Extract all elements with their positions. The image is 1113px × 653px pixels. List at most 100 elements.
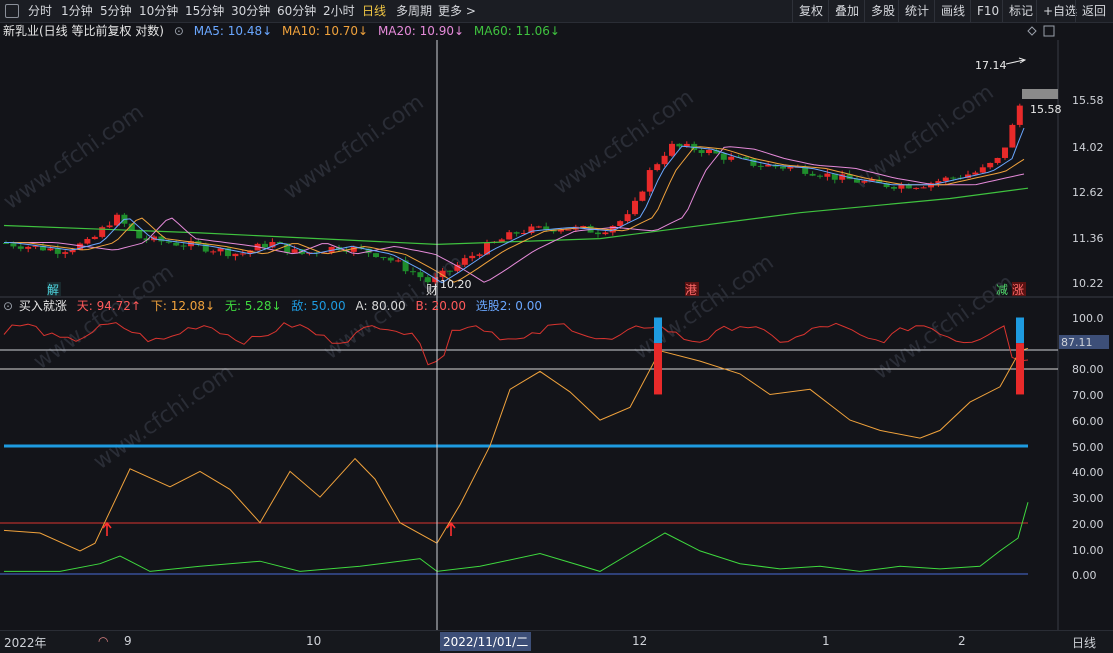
candle-body xyxy=(891,187,897,189)
x-cursor-date: 2022/11/01/二 xyxy=(440,632,532,651)
candle-body xyxy=(291,249,298,253)
sub-y-0: 0.00 xyxy=(1072,569,1097,582)
candle-body xyxy=(173,242,180,246)
a-value: A: 80.00 xyxy=(355,299,406,313)
di-value: 敌: 50.00 xyxy=(291,299,346,313)
candle-body xyxy=(913,187,920,189)
candle-body xyxy=(565,229,572,231)
candle-body xyxy=(498,239,505,242)
candle-body xyxy=(54,248,61,254)
sub-y-20: 20.00 xyxy=(1072,518,1104,531)
candle-body xyxy=(180,245,187,247)
watermark-text: www.cfchi.com xyxy=(89,360,238,475)
candle-body xyxy=(624,214,631,222)
candle-body xyxy=(417,272,424,278)
candle-body xyxy=(720,153,727,160)
candle-body xyxy=(750,158,757,166)
candle-body xyxy=(728,156,735,160)
tag-jie[interactable]: 解 xyxy=(47,283,59,297)
candle-body xyxy=(994,157,1001,163)
chart-area[interactable]: www.cfchi.com www.cfchi.com www.cfchi.com w… xyxy=(0,0,1113,630)
candle-body xyxy=(972,172,979,175)
candle-body xyxy=(950,177,957,179)
watermark-text: www.cfchi.com xyxy=(279,90,428,205)
candle-body xyxy=(757,165,764,167)
wu-line xyxy=(4,502,1029,572)
sub-y-70: 70.00 xyxy=(1072,389,1104,402)
buy-arrow-icon-1 xyxy=(102,521,112,536)
candle-body xyxy=(395,260,402,262)
signal-red-bar xyxy=(1016,343,1024,395)
candle-body xyxy=(669,143,675,156)
signal-blue-bar xyxy=(654,317,662,344)
tian-line xyxy=(3,322,1029,366)
low-price-label: 10.20 xyxy=(440,278,472,291)
candle-body xyxy=(639,191,646,201)
candle-body xyxy=(920,187,927,189)
candle-body xyxy=(10,243,17,247)
candle-body xyxy=(461,258,468,265)
indicator-name[interactable]: 买入就涨 xyxy=(19,299,67,313)
candle-body xyxy=(743,157,749,159)
watermark-text: www.cfchi.com xyxy=(0,100,149,215)
x-period[interactable]: 日线 xyxy=(1072,634,1096,651)
candle-body xyxy=(987,162,994,168)
sub-y-100: 100.0 xyxy=(1072,312,1104,325)
wu-value: 无: 5.28↓ xyxy=(224,299,282,313)
candle-body xyxy=(232,253,239,257)
y-label-2: 14.02 xyxy=(1072,141,1104,154)
candle-body xyxy=(580,226,587,228)
sub-y-30: 30.00 xyxy=(1072,492,1104,505)
high-arrow-icon xyxy=(1005,57,1027,65)
candle-body xyxy=(809,173,816,176)
candle-body xyxy=(654,164,661,171)
stock-title[interactable]: 新乳业(日线 等比前复权 对数) xyxy=(3,24,164,38)
candle-body xyxy=(62,252,69,254)
sub-y-80: 80.00 xyxy=(1072,363,1104,376)
candle-body xyxy=(1009,124,1016,148)
tag-gang[interactable]: 港 xyxy=(685,283,697,297)
candle-body xyxy=(632,200,638,215)
tag-jian[interactable]: 减 xyxy=(996,283,1008,297)
candle-body xyxy=(617,221,624,227)
candle-body xyxy=(84,238,91,244)
candle-body xyxy=(979,167,986,173)
tag-zhang[interactable]: 涨 xyxy=(1012,282,1024,297)
candle-body xyxy=(942,177,949,182)
candle-body xyxy=(861,181,868,183)
candle-body xyxy=(47,248,54,251)
candle-body xyxy=(106,225,113,228)
candle-body xyxy=(661,155,668,165)
candle-body xyxy=(424,277,431,283)
candle-body xyxy=(410,271,416,273)
candle-body xyxy=(646,170,653,192)
y-label-5: 10.22 xyxy=(1072,277,1104,290)
watermark-text: www.cfchi.com xyxy=(549,85,698,200)
x-month-10: 10 xyxy=(306,634,322,648)
sub-y-40: 40.00 xyxy=(1072,466,1104,479)
candle-body xyxy=(698,150,705,154)
x-month-12: 12 xyxy=(632,634,648,648)
xia-value: 下: 12.08↓ xyxy=(150,299,216,313)
sub-y-50: 50.00 xyxy=(1072,441,1104,454)
ma5-value: MA5: 10.48↓ xyxy=(193,24,273,38)
cursor-value: 87.11 xyxy=(1061,336,1093,349)
ma60-value: MA60: 11.06↓ xyxy=(473,24,560,38)
last-price-marker xyxy=(1022,89,1058,99)
y-label-4: 11.36 xyxy=(1072,232,1104,245)
collapse-icon-sub[interactable]: ⊙ xyxy=(3,299,13,313)
candle-body xyxy=(239,253,246,255)
candle-body xyxy=(676,143,683,147)
candlestick-series xyxy=(3,103,1023,286)
candle-body xyxy=(602,232,609,235)
candle-body xyxy=(25,246,32,249)
collapse-icon[interactable]: ⊙ xyxy=(174,24,184,38)
maximize-icon[interactable] xyxy=(1043,25,1055,37)
tag-cai[interactable]: 财 xyxy=(426,283,438,297)
pin-icon[interactable] xyxy=(1027,26,1037,36)
main-legend: 新乳业(日线 等比前复权 对数) ⊙ MA5: 10.48↓ MA10: 10.… xyxy=(0,23,566,39)
candle-body xyxy=(262,243,268,248)
candle-body xyxy=(447,270,453,272)
candle-body xyxy=(595,232,601,235)
y-label-1: 15.58 xyxy=(1072,94,1104,107)
